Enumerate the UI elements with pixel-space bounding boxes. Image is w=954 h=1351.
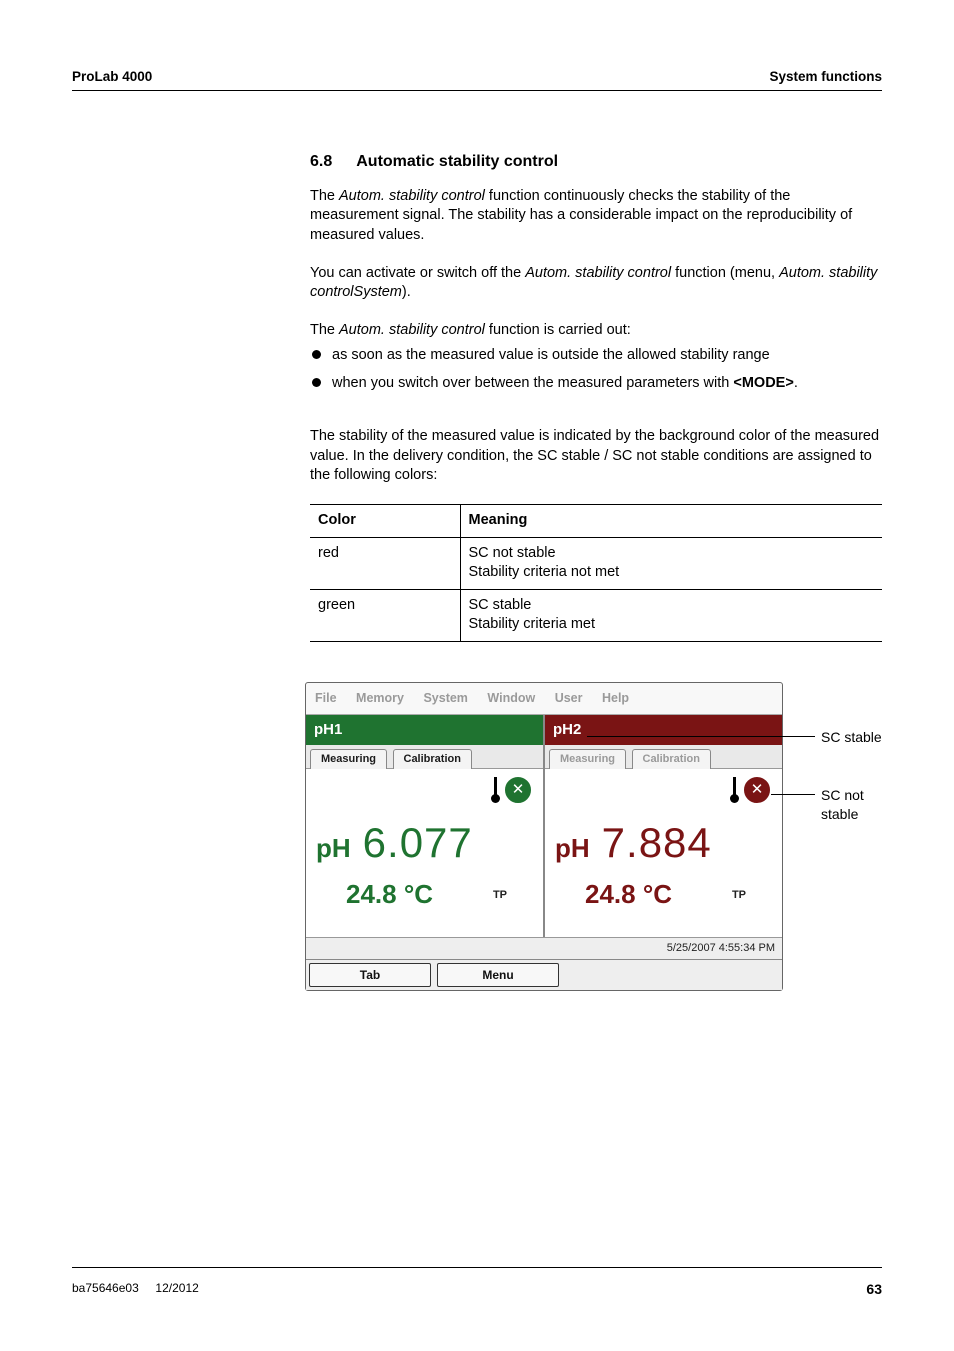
bottom-buttons: Tab Menu (306, 959, 782, 990)
callout-line-stable (587, 736, 815, 737)
menu-file[interactable]: File (315, 691, 337, 705)
th-meaning: Meaning (460, 505, 882, 538)
page-footer: ba75646e03 12/2012 63 (72, 1267, 882, 1299)
content: 6.8 Automatic stability control The Auto… (0, 91, 954, 991)
panel-ph2: pH2 Measuring Calibration ✕ pH 7.884 (543, 715, 782, 937)
meaning-line2: Stability criteria not met (469, 564, 620, 580)
menu-help[interactable]: Help (602, 691, 629, 705)
table-row: green SC stable Stability criteria met (310, 589, 882, 641)
menubar: File Memory System Window User Help (306, 683, 782, 714)
tp-label-ph2: TP (732, 888, 746, 903)
cell-color: green (310, 589, 460, 641)
reading-unit: pH (555, 831, 590, 866)
meaning-line1: SC stable (469, 597, 532, 613)
p1-before: The (310, 188, 339, 204)
p2-after: ). (402, 284, 411, 300)
bullet2-after: . (794, 375, 798, 391)
probe-bad-icon: ✕ (742, 775, 772, 805)
reading-ph2: pH 7.884 (555, 815, 772, 872)
footer-left: ba75646e03 12/2012 (72, 1280, 199, 1299)
tab-measuring[interactable]: Measuring (549, 749, 626, 769)
reading-ph1: pH 6.077 (316, 815, 533, 872)
tab-button[interactable]: Tab (309, 963, 431, 987)
tp-label-ph1: TP (493, 888, 507, 903)
cell-meaning: SC not stable Stability criteria not met (460, 537, 882, 589)
tab-calibration[interactable]: Calibration (393, 749, 472, 769)
panels: pH1 Measuring Calibration ✕ pH 6.077 (306, 714, 782, 937)
p2-before: You can activate or switch off the (310, 265, 525, 281)
menu-system[interactable]: System (423, 691, 467, 705)
page-header-left: ProLab 4000 (72, 68, 152, 86)
tabs-ph2: Measuring Calibration (545, 745, 782, 769)
menu-user[interactable]: User (555, 691, 583, 705)
cell-meaning: SC stable Stability criteria met (460, 589, 882, 641)
panel-title-ph2: pH2 (545, 715, 782, 745)
sensor-status-icon: ✕ (491, 775, 533, 805)
tab-measuring[interactable]: Measuring (310, 749, 387, 769)
p2-mid: function (menu, (671, 265, 779, 281)
color-meaning-table: Color Meaning red SC not stable Stabilit… (310, 504, 882, 642)
meaning-line1: SC not stable (469, 545, 556, 561)
panel-body-ph1: ✕ pH 6.077 24.8 °C TP (306, 769, 543, 937)
panel-body-ph2: ✕ pH 7.884 24.8 °C TP (545, 769, 782, 937)
bullet2-before: when you switch over between the measure… (332, 375, 733, 391)
panel-title-ph1: pH1 (306, 715, 543, 745)
callout-line-not-stable (771, 794, 815, 795)
table-row: red SC not stable Stability criteria not… (310, 537, 882, 589)
bullet-list: as soon as the measured value is outside… (310, 346, 882, 393)
p3-before: The (310, 322, 339, 338)
temp-ph2: 24.8 °C (585, 877, 672, 912)
section-title: Automatic stability control (356, 151, 558, 173)
device-screenshot: File Memory System Window User Help pH1 … (305, 682, 882, 991)
reading-unit: pH (316, 831, 351, 866)
menu-window[interactable]: Window (487, 691, 535, 705)
th-color: Color (310, 505, 460, 538)
menu-button[interactable]: Menu (437, 963, 559, 987)
page-header-right: System functions (769, 68, 882, 86)
thermometer-icon (730, 777, 739, 803)
probe-ok-icon: ✕ (503, 775, 533, 805)
p3-em1: Autom. stability control (339, 322, 485, 338)
cell-color: red (310, 537, 460, 589)
section-heading: 6.8 Automatic stability control (310, 151, 882, 173)
bullet-2: when you switch over between the measure… (310, 374, 882, 394)
reading-value: 7.884 (602, 815, 712, 872)
reading-value: 6.077 (363, 815, 473, 872)
paragraph-2: You can activate or switch off the Autom… (310, 264, 882, 303)
paragraph-3: The Autom. stability control function is… (310, 321, 882, 341)
paragraph-4: The stability of the measured value is i… (310, 427, 882, 486)
footer-doc: ba75646e03 (72, 1281, 139, 1295)
sensor-status-icon: ✕ (730, 775, 772, 805)
bullet2-strong: <MODE> (733, 375, 793, 391)
menu-memory[interactable]: Memory (356, 691, 404, 705)
section-number: 6.8 (310, 151, 332, 173)
tabs-ph1: Measuring Calibration (306, 745, 543, 769)
thermometer-icon (491, 777, 500, 803)
status-bar: 5/25/2007 4:55:34 PM (306, 937, 782, 959)
tab-calibration[interactable]: Calibration (632, 749, 711, 769)
meaning-line2: Stability criteria met (469, 616, 596, 632)
device-window: File Memory System Window User Help pH1 … (305, 682, 783, 991)
paragraph-1: The Autom. stability control function co… (310, 187, 882, 246)
panel-ph1: pH1 Measuring Calibration ✕ pH 6.077 (306, 715, 543, 937)
callout-sc-not-stable: SC not stable (821, 786, 882, 824)
callout-sc-stable: SC stable (821, 728, 882, 747)
p3-after: function is carried out: (485, 322, 631, 338)
p2-em1: Autom. stability control (525, 265, 671, 281)
p1-em1: Autom. stability control (339, 188, 485, 204)
footer-date: 12/2012 (155, 1281, 198, 1295)
footer-page: 63 (866, 1280, 882, 1299)
bullet-1: as soon as the measured value is outside… (310, 346, 882, 366)
temp-ph1: 24.8 °C (346, 877, 433, 912)
